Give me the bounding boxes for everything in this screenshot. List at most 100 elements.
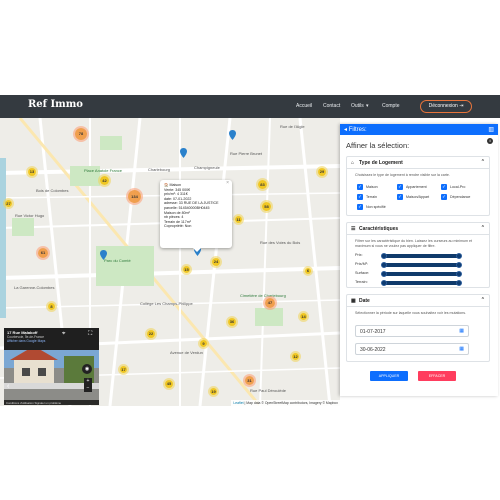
checkbox-label: Dépendance [450,194,471,199]
sliders-icon: ☰ [351,226,356,232]
map-pin-icon[interactable] [180,148,187,158]
cluster-marker[interactable]: 27 [5,200,12,207]
slider-min-handle[interactable] [381,262,387,268]
section-header[interactable]: ⌂ Type de Logement ⌃ [347,157,489,169]
streetview-footer[interactable]: Conditions d'utilisation Signaler un pro… [4,400,99,405]
slider-terrain[interactable]: Terrain: [355,279,487,287]
arrow-left-icon[interactable]: ‹ [7,383,9,390]
nav-link-outils[interactable]: Outils [351,103,364,109]
cluster-marker[interactable]: 12 [292,353,299,360]
slider-label: Surface: [355,271,370,275]
checkbox-dependance[interactable]: ✓ Dépendance [441,194,470,200]
slider-track[interactable] [381,271,462,277]
checkbox-terrain[interactable]: ✓ Terrain [357,194,377,200]
date-to-input[interactable]: 30-06-2022 ▦ [355,343,469,355]
cluster-marker[interactable]: 24 [212,258,220,266]
cluster-marker[interactable]: 17 [120,366,127,373]
nav-link-contact[interactable]: Contact [323,103,340,109]
section-type-logement: ⌂ Type de Logement ⌃ Choisissez le type … [346,156,490,216]
cluster-marker[interactable]: 11 [235,216,242,223]
streetview-widget[interactable]: 17 Rue Malakoff Courbevoie, Île-de-Franc… [4,328,99,405]
compass-icon[interactable]: ◉ [82,364,92,374]
checkbox-appartement[interactable]: ✓ Appartement [397,184,427,190]
map-pin-icon[interactable] [100,250,107,260]
date-from-input[interactable]: 01-07-2017 ▦ [355,325,469,337]
cluster-marker[interactable]: 42 [100,176,109,185]
slider-min-handle[interactable] [381,280,387,286]
map-place-label: Bois de Colombes [36,188,69,193]
cluster-marker[interactable]: 58 [262,202,271,211]
streetview-maps-link[interactable]: Afficher dans Google Maps [7,339,96,343]
outils-caret-icon: ▾ [366,103,369,109]
popup-tip [193,248,201,252]
cluster-marker[interactable]: 9 [200,340,207,347]
cluster-marker[interactable]: 47 [265,298,275,308]
cluster-marker[interactable]: 19 [210,388,217,395]
check-icon: ✓ [441,184,447,190]
cluster-marker[interactable]: 83 [258,180,267,189]
slider-max-handle[interactable] [456,280,462,286]
logout-button[interactable]: Déconnexion ⇥ [420,100,472,113]
slider-max-handle[interactable] [456,271,462,277]
slider-max-handle[interactable] [456,262,462,268]
leaflet-link[interactable]: Leaflet [233,401,243,405]
checkbox-non-specifie[interactable]: ✓ Non spécifié [357,204,386,210]
panel-header: ◂ Filtres: ▥ [340,124,498,135]
apply-button[interactable]: APPLIQUER [370,371,408,381]
slider-min-handle[interactable] [381,271,387,277]
cluster-marker[interactable]: 36 [228,318,236,326]
check-icon: ✓ [357,194,363,200]
slider-prix[interactable]: Prix: [355,252,487,260]
slider-surface[interactable]: Surface: [355,270,487,278]
section-header[interactable]: ▦ Date ⌃ [347,295,489,307]
slider-min-handle[interactable] [381,253,387,259]
logout-icon: ⇥ [459,103,464,109]
cluster-marker[interactable]: 61 [38,248,48,258]
checkbox-maison-appart[interactable]: ✓ Maison/Appart [397,194,429,200]
slider-prix-m2[interactable]: Prix/M²: [355,261,487,269]
cluster-marker[interactable]: 13 [28,168,36,176]
brand-logo[interactable]: Ref Immo [28,99,83,110]
cluster-marker[interactable]: 22 [147,330,155,338]
cluster-marker[interactable]: 45 [165,380,173,388]
section-date: ▦ Date ⌃ Sélectionner la période sur laq… [346,294,490,362]
map-pin-icon[interactable] [229,130,236,140]
chevron-up-icon[interactable]: ⌃ [481,297,485,303]
calendar-icon[interactable]: ▦ [459,328,464,334]
slider-track[interactable] [381,280,462,286]
cluster-marker[interactable]: 29 [318,168,326,176]
cluster-marker[interactable]: 6 [305,268,311,274]
map-place-label: Rue Victor Hugo [15,213,45,218]
close-icon[interactable]: × [226,181,229,186]
map-place-label: Rue de l'Aigle [280,124,305,129]
map-place-label: La Garenne-Colombes [14,285,55,290]
cluster-marker[interactable]: 8 [48,303,55,310]
nav-link-accueil[interactable]: Accueil [296,103,312,109]
cluster-marker[interactable]: 134 [128,190,141,203]
chevron-up-icon[interactable]: ⌃ [481,159,485,165]
check-icon: ✓ [397,184,403,190]
clear-button[interactable]: EFFACER [418,371,456,381]
cluster-marker[interactable]: 15 [183,266,190,273]
slider-track[interactable] [381,253,462,259]
slider-max-handle[interactable] [456,253,462,259]
cluster-marker[interactable]: 14 [300,313,307,320]
fullscreen-icon[interactable]: ⛶ [88,331,92,338]
info-icon[interactable]: i [487,138,493,144]
section-description: Sélectionner la période sur laquelle vou… [355,311,467,315]
calendar-icon[interactable]: ▦ [459,346,464,352]
cluster-marker[interactable]: 31 [245,376,254,385]
check-icon: ✓ [357,184,363,190]
logout-label: Déconnexion [428,103,458,109]
checkbox-maison[interactable]: ✓ Maison [357,184,378,190]
chevron-up-icon[interactable]: ⌃ [481,225,485,231]
property-popup: × 🏠 Maison Vente: 345 000€ prix/m²: 4 31… [160,180,232,252]
cluster-marker[interactable]: 78 [75,128,87,140]
map[interactable]: Place Anatole France Cimetière de Charle… [0,118,340,406]
building-icon[interactable]: ▥ [488,126,494,133]
streetview-zoom-controls[interactable]: + − [84,378,92,392]
slider-track[interactable] [381,262,462,268]
nav-link-compte[interactable]: Compte [382,103,400,109]
checkbox-local-pro[interactable]: ✓ Local-Pro [441,184,465,190]
section-header[interactable]: ☰ Caractéristiques ⌃ [347,223,489,235]
